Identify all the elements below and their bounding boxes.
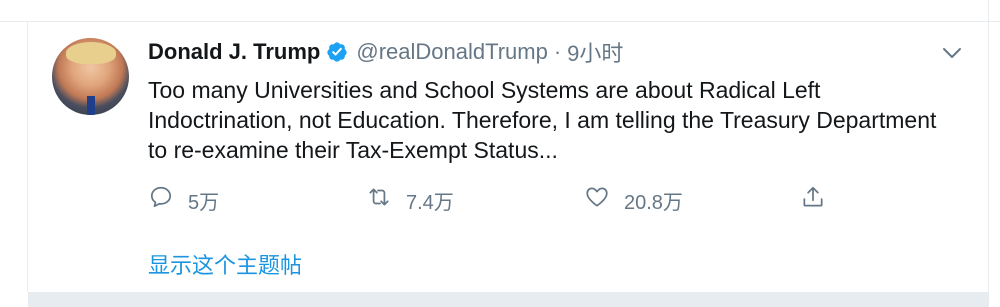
author-name[interactable]: Donald J. Trump (148, 39, 320, 65)
tweet-actions: 5万 7.4万 20.8万 (148, 183, 848, 217)
reply-icon (148, 184, 174, 216)
author-handle[interactable]: @realDonaldTrump (356, 39, 547, 65)
show-thread-link[interactable]: 显示这个主题帖 (148, 248, 302, 280)
avatar-hair (66, 42, 116, 64)
tweet-header: Donald J. Trump @realDonaldTrump · 9小时 (148, 37, 623, 67)
share-icon (800, 184, 826, 216)
share-button[interactable] (800, 183, 826, 217)
avatar[interactable] (52, 38, 129, 115)
avatar-tie (87, 96, 95, 115)
chevron-down-icon[interactable] (940, 43, 964, 63)
timeline-right-border (988, 0, 989, 307)
timeline-divider (28, 292, 988, 307)
retweet-icon (366, 184, 392, 216)
tweet-text: Too many Universities and School Systems… (148, 77, 937, 163)
tweet-card[interactable]: Donald J. Trump @realDonaldTrump · 9小时 T… (28, 23, 988, 292)
reply-count: 5万 (188, 191, 220, 214)
like-icon (584, 184, 610, 216)
like-button[interactable]: 20.8万 (584, 183, 683, 217)
retweet-button[interactable]: 7.4万 (366, 183, 454, 217)
verified-badge-icon (326, 41, 348, 63)
reply-button[interactable]: 5万 (148, 183, 219, 217)
header-separator: · (553, 39, 562, 64)
like-count: 20.8万 (624, 191, 683, 214)
tweet-timestamp[interactable]: 9小时 (567, 36, 623, 68)
retweet-count: 7.4万 (406, 191, 454, 214)
previous-tweet-edge (0, 0, 1000, 22)
